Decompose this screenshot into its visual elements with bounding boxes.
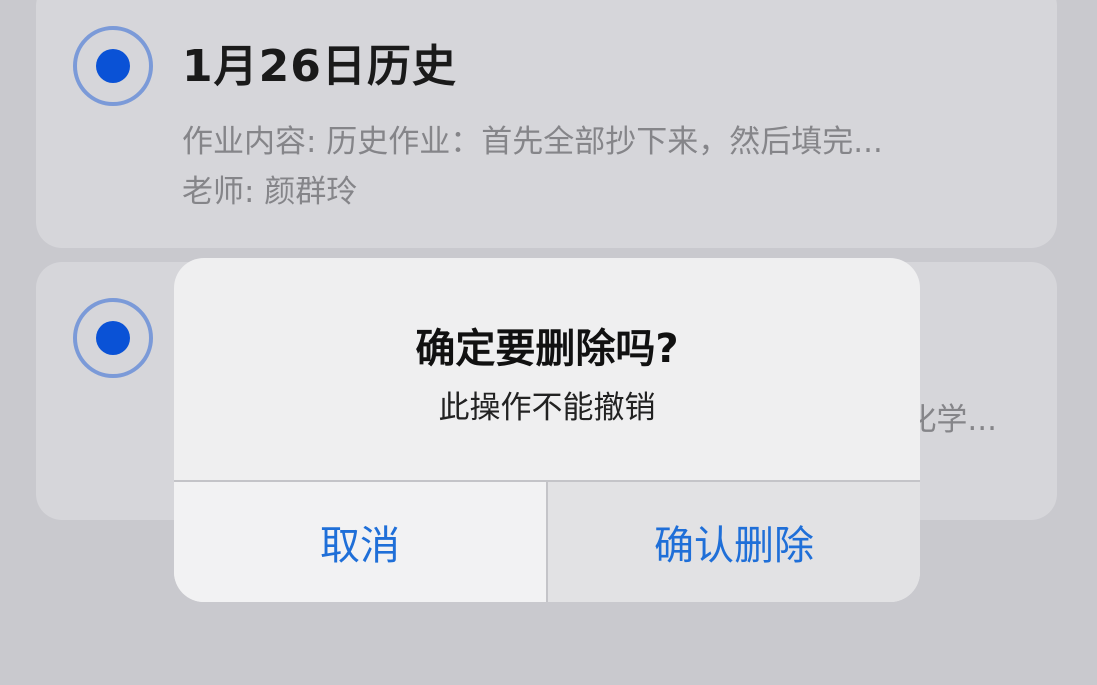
- homework-teacher: 老师: 颜群玲: [182, 174, 358, 210]
- homework-title: 1月26日历史: [182, 41, 457, 92]
- screen: 1月26日历史 作业内容: 历史作业：首先全部抄下来，然后填完... 老师: 颜…: [0, 0, 1097, 685]
- homework-content: 作业内容: 历史作业：首先全部抄下来，然后填完...: [182, 124, 883, 160]
- dialog-title: 确定要删除吗?: [415, 326, 679, 372]
- radio-dot: [96, 49, 130, 83]
- cancel-button[interactable]: 取消: [174, 482, 548, 602]
- radio-dot: [96, 321, 130, 355]
- dialog-button-row: 取消 确认删除: [174, 480, 920, 602]
- confirm-delete-button[interactable]: 确认删除: [548, 482, 920, 602]
- radio-selected-icon[interactable]: [73, 298, 153, 378]
- homework-card[interactable]: 1月26日历史 作业内容: 历史作业：首先全部抄下来，然后填完... 老师: 颜…: [36, 0, 1057, 248]
- radio-selected-icon[interactable]: [73, 26, 153, 106]
- dialog-message: 此操作不能撤销: [438, 390, 656, 426]
- delete-confirm-dialog: 确定要删除吗? 此操作不能撤销 取消 确认删除: [174, 258, 920, 602]
